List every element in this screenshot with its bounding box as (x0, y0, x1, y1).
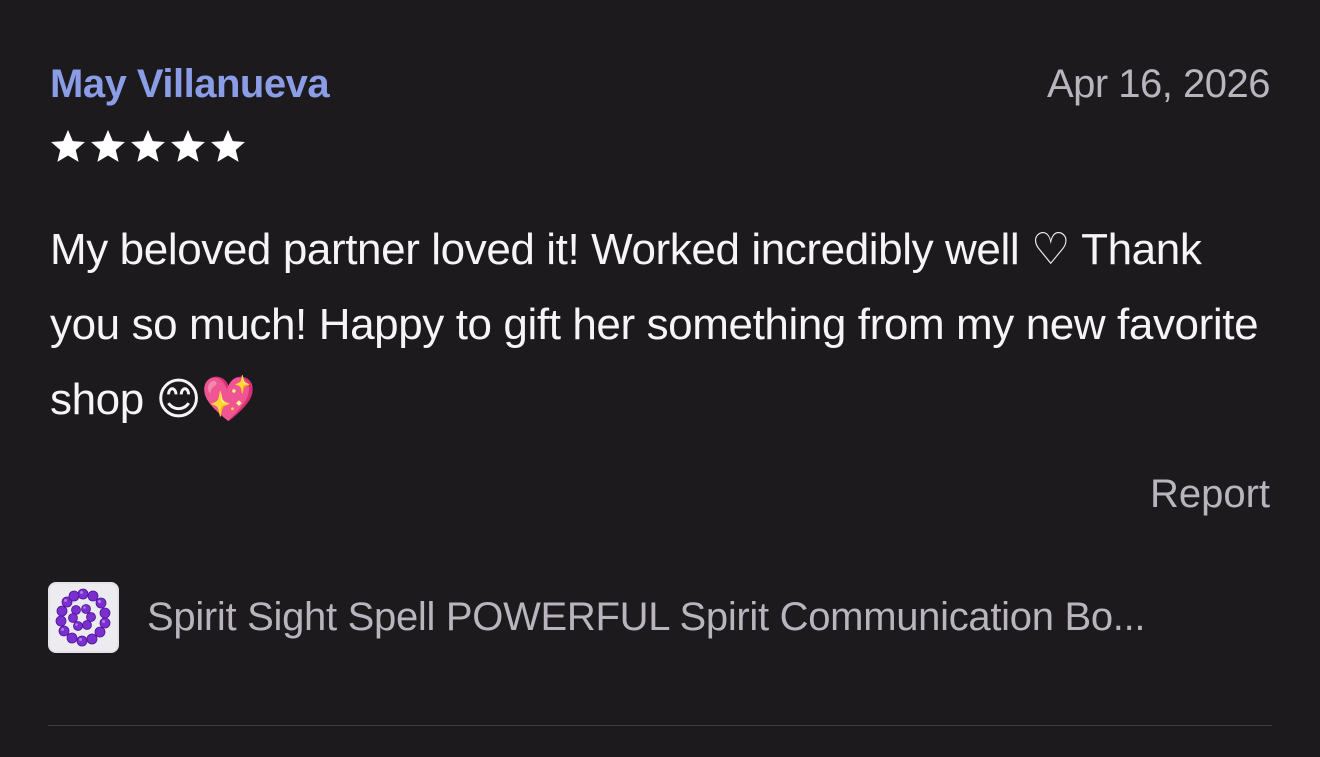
product-title: Spirit Sight Spell POWERFUL Spirit Commu… (147, 594, 1146, 639)
star-icon (171, 129, 205, 162)
product-link[interactable]: Spirit Sight Spell POWERFUL Spirit Commu… (48, 579, 1270, 655)
divider (48, 725, 1272, 726)
report-button[interactable]: Report (1150, 472, 1270, 517)
review-card: May Villanueva Apr 16, 2026 My beloved p… (0, 0, 1320, 757)
bead-bracelet-thumbnail-icon (50, 583, 117, 651)
product-thumbnail (48, 581, 119, 653)
star-icon (91, 129, 125, 162)
review-text: My beloved partner loved it! Worked incr… (50, 225, 1259, 424)
review-date: Apr 16, 2026 (1046, 62, 1271, 106)
reviewer-name-link[interactable]: May Villanueva (50, 62, 330, 107)
star-icon (211, 129, 245, 162)
star-rating (49, 127, 247, 165)
star-icon (51, 129, 85, 162)
star-icon (131, 129, 165, 162)
